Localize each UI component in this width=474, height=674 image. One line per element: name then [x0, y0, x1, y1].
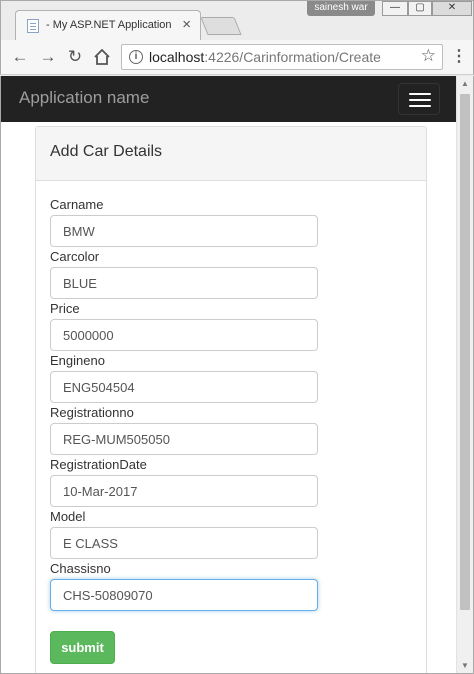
new-tab-button[interactable] — [200, 17, 242, 35]
tab-title: - My ASP.NET Application — [46, 19, 172, 31]
url-host: localhost — [149, 49, 205, 65]
carcolor-input[interactable] — [50, 267, 318, 299]
site-navbar: Application name — [1, 76, 457, 122]
scrollbar-thumb[interactable] — [460, 94, 470, 610]
carcolor-label: Carcolor — [50, 249, 100, 264]
price-label: Price — [50, 301, 80, 316]
tab-close-icon[interactable]: × — [182, 16, 191, 34]
address-bar[interactable]: i localhost:4226/Carinformation/Create ☆ — [121, 44, 443, 70]
price-input[interactable] — [50, 319, 318, 351]
home-icon[interactable] — [91, 46, 113, 68]
registrationdate-input[interactable] — [50, 475, 318, 507]
car-form: Carname Carcolor Price Engineno Registra… — [36, 181, 426, 673]
chassisno-input[interactable] — [50, 579, 318, 611]
window-titlebar: - My ASP.NET Application × sainesh war —… — [0, 0, 474, 41]
chassisno-label: Chassisno — [50, 561, 111, 576]
reload-icon[interactable]: ↻ — [64, 46, 86, 68]
star-icon[interactable]: ☆ — [421, 46, 436, 66]
registrationno-label: Registrationno — [50, 405, 134, 420]
forward-arrow-icon[interactable]: → — [37, 46, 59, 68]
close-window-button[interactable]: ✕ — [432, 1, 472, 16]
add-car-panel: Add Car Details Carname Carcolor Price E… — [35, 126, 427, 673]
registrationno-input[interactable] — [50, 423, 318, 455]
page-scrollbar[interactable]: ▲ ▼ — [456, 76, 473, 673]
maximize-button[interactable]: ▢ — [408, 1, 432, 16]
panel-heading: Add Car Details — [36, 127, 426, 181]
scroll-down-icon[interactable]: ▼ — [457, 658, 473, 673]
page-viewport: Application name Add Car Details Carname… — [0, 76, 474, 674]
back-arrow-icon[interactable]: ← — [9, 46, 31, 68]
url-text: localhost:4226/Carinformation/Create — [149, 49, 381, 65]
engineno-label: Engineno — [50, 353, 105, 368]
navbar-brand[interactable]: Application name — [19, 88, 149, 108]
menu-icon[interactable]: ⋮ — [449, 46, 469, 68]
browser-toolbar: ← → ↻ i localhost:4226/Carinformation/Cr… — [0, 40, 474, 75]
info-icon[interactable]: i — [129, 50, 143, 64]
browser-tab[interactable]: - My ASP.NET Application × — [15, 10, 201, 41]
model-input[interactable] — [50, 527, 318, 559]
submit-button[interactable]: submit — [50, 631, 115, 664]
registrationdate-label: RegistrationDate — [50, 457, 147, 472]
model-label: Model — [50, 509, 86, 524]
page-favicon-icon — [27, 19, 39, 33]
minimize-button[interactable]: — — [382, 1, 408, 16]
url-path: :4226/Carinformation/Create — [204, 49, 381, 65]
hamburger-menu-icon[interactable] — [398, 83, 440, 115]
panel-title: Add Car Details — [50, 143, 163, 160]
engineno-input[interactable] — [50, 371, 318, 403]
profile-username[interactable]: sainesh war — [307, 1, 375, 16]
carname-input[interactable] — [50, 215, 318, 247]
scroll-up-icon[interactable]: ▲ — [457, 76, 473, 92]
carname-label: Carname — [50, 197, 104, 212]
